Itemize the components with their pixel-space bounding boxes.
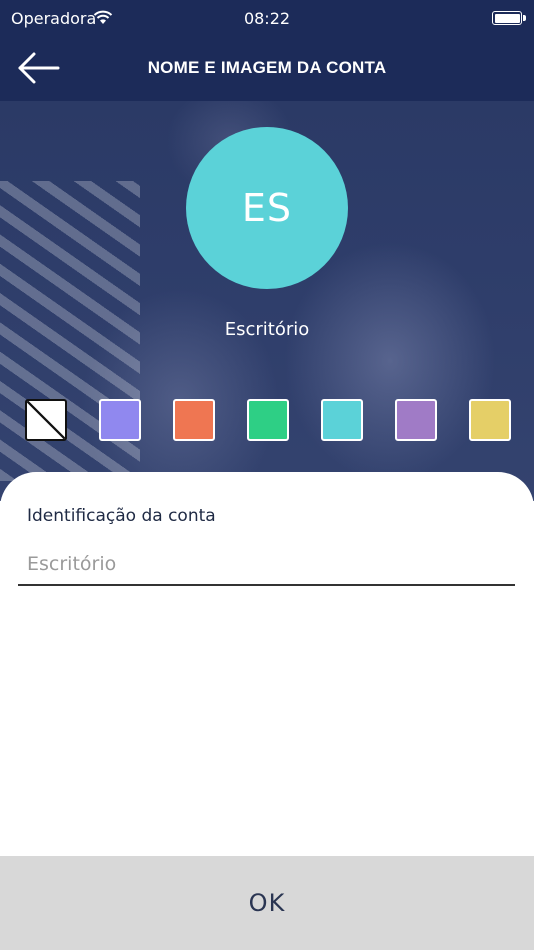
color-swatch-green[interactable] bbox=[247, 399, 289, 441]
clock: 08:22 bbox=[243, 9, 291, 28]
color-picker bbox=[25, 399, 511, 441]
battery-icon bbox=[492, 11, 526, 25]
color-swatch-yellow[interactable] bbox=[469, 399, 511, 441]
color-swatch-none[interactable] bbox=[25, 399, 67, 441]
status-bar: Operadora 08:22 bbox=[0, 0, 534, 36]
account-id-label: Identificação da conta bbox=[27, 506, 216, 526]
no-color-icon bbox=[27, 401, 65, 439]
account-name: Escritório bbox=[224, 319, 310, 340]
account-avatar[interactable]: ES bbox=[186, 127, 348, 289]
page-title: NOME E IMAGEM DA CONTA bbox=[147, 58, 387, 77]
form-sheet: Identificação da conta bbox=[0, 472, 534, 856]
color-swatch-cyan[interactable] bbox=[321, 399, 363, 441]
ok-button[interactable]: OK bbox=[0, 856, 534, 950]
color-swatch-purple[interactable] bbox=[395, 399, 437, 441]
nav-bar: NOME E IMAGEM DA CONTA bbox=[0, 36, 534, 101]
background-photo: ES Escritório bbox=[0, 101, 534, 501]
color-swatch-orange[interactable] bbox=[173, 399, 215, 441]
color-swatch-periwinkle[interactable] bbox=[99, 399, 141, 441]
account-id-input[interactable] bbox=[18, 544, 515, 586]
avatar-initials: ES bbox=[241, 186, 293, 230]
